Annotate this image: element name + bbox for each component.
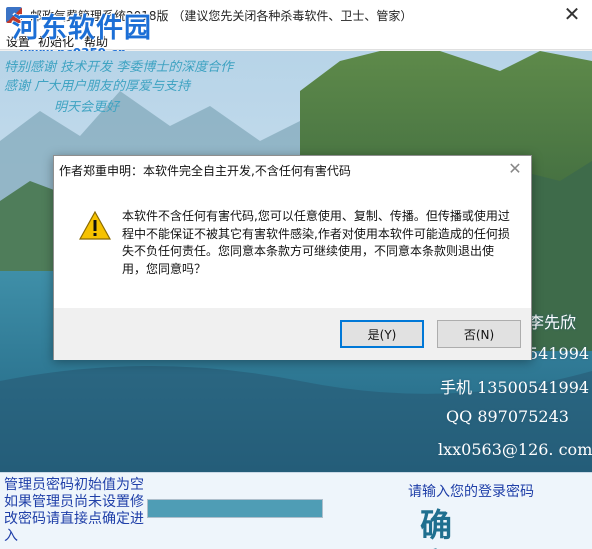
login-prompt: 请输入您的登录密码 — [408, 484, 534, 500]
dialog-footer: 是(Y) 否(N) — [54, 308, 531, 360]
yes-button[interactable]: 是(Y) — [340, 320, 424, 348]
no-button[interactable]: 否(N) — [437, 320, 521, 348]
thanks-line-3: 明天会更好 — [54, 100, 120, 115]
dialog-body: 本软件不含任何有害代码,您可以任意使用、复制、传播。但传播或使用过程中不能保证不… — [54, 184, 531, 308]
contact-mobile: 手机 13500541994 — [440, 378, 590, 397]
contact-name: 李先欣 — [528, 313, 577, 332]
login-panel: 管理员密码初始值为空 如果管理员尚未设置修改密码请直接点确定进入 请输入您的登录… — [0, 472, 592, 549]
confirm-button[interactable]: 确定 — [416, 505, 552, 549]
dialog-message: 本软件不含任何有害代码,您可以任意使用、复制、传播。但传播或使用过程中不能保证不… — [122, 209, 510, 276]
thanks-line-1: 特别感谢 技术开发 李委博士的深度合作 — [4, 60, 234, 75]
loading-progress-bar — [147, 499, 323, 518]
watermark-logo: 河东软件园 — [12, 13, 152, 44]
contact-qq: QQ 897075243 — [446, 407, 569, 426]
warning-icon — [79, 210, 111, 240]
dialog-title: 作者郑重申明：本软件完全自主开发,不含任何有害代码 — [59, 164, 351, 178]
dialog-title-bar: 作者郑重申明：本软件完全自主开发,不含任何有害代码 ✕ — [54, 156, 531, 184]
thanks-line-2: 感谢 广大用户朋友的厚爱与支持 — [4, 79, 191, 94]
dialog-close-icon[interactable]: ✕ — [505, 159, 525, 179]
contact-phone: 541994 — [528, 344, 590, 363]
disclaimer-dialog: 作者郑重申明：本软件完全自主开发,不含任何有害代码 ✕ 本软件不含任何有害代码,… — [53, 155, 532, 360]
password-hint: 管理员密码初始值为空 如果管理员尚未设置修改密码请直接点确定进入 — [4, 477, 144, 544]
close-icon[interactable]: ✕ — [552, 0, 592, 30]
contact-email: lxx0563@126. com — [438, 440, 592, 459]
progress-fill — [148, 500, 322, 517]
